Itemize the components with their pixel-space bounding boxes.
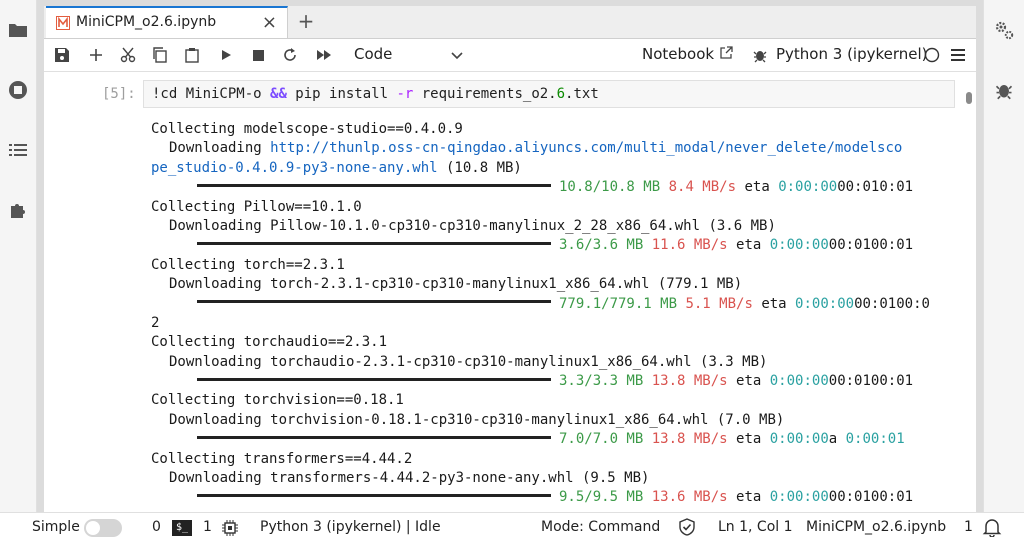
output-line: Collecting modelscope-studio==0.4.0.9	[151, 121, 463, 137]
cell-area: [5]: !cd MiniCPM-o && pip install -r req…	[44, 72, 976, 512]
progress-line: 10.8/10.8 MB 8.4 MB/s eta 0:00:0000:010:…	[151, 178, 961, 197]
restart-icon[interactable]	[278, 43, 302, 67]
progress-line: 3.6/3.6 MB 11.6 MB/s eta 0:00:0000:0100:…	[151, 236, 961, 255]
progress-line: 779.1/779.1 MB 5.1 MB/s eta 0:00:0000:01…	[151, 295, 961, 314]
cell-type-dropdown[interactable]: Code	[354, 45, 464, 65]
kernel-name[interactable]: Python 3 (ipykernel)	[776, 45, 928, 63]
cut-icon[interactable]	[116, 43, 140, 67]
progress-bar	[197, 377, 551, 381]
cell-type-label: Code	[354, 45, 393, 63]
kernel-status-circle-icon	[920, 43, 944, 67]
output-line: Downloading http://thunlp.oss-cn-qingdao…	[169, 140, 903, 157]
progress-bar	[197, 435, 551, 439]
terminal-icon: $_	[172, 520, 192, 536]
scrollbar-thumb[interactable]	[966, 92, 972, 104]
code-input[interactable]: !cd MiniCPM-o && pip install -r requirem…	[143, 80, 955, 108]
output-line: Collecting Pillow==10.1.0	[151, 198, 362, 215]
fast-forward-icon[interactable]	[312, 43, 336, 67]
shield-check-icon[interactable]	[679, 518, 695, 536]
close-tab-icon[interactable]: ×	[262, 12, 277, 33]
extensions-icon[interactable]	[6, 198, 30, 222]
right-sidebar	[983, 0, 1024, 512]
code-pip: pip install	[286, 86, 397, 102]
left-sidebar	[0, 0, 37, 512]
output-line: Downloading transformers-4.44.2-py3-none…	[169, 470, 650, 487]
menu-icon[interactable]	[946, 43, 970, 67]
code-flag: -r	[396, 86, 414, 102]
property-inspector-gears-icon[interactable]	[992, 18, 1016, 42]
main-dock: MiniCPM_o2.6.ipynb × + Code Notebook Pyt…	[37, 0, 983, 512]
output-line: Downloading torchvision-0.18.1-cp310-cp3…	[169, 411, 785, 428]
progress-bar	[197, 493, 551, 497]
kernel-status[interactable]: Python 3 (ipykernel) | Idle	[260, 519, 441, 535]
progress-bar	[197, 183, 551, 187]
add-tab-button[interactable]: +	[294, 10, 318, 34]
notebook-icon	[56, 16, 70, 30]
code-req-num: 6	[556, 86, 566, 102]
kernel-count[interactable]: 1	[203, 519, 212, 535]
output-line: Collecting torchvision==0.18.1	[151, 392, 404, 409]
output-line: Collecting torch==2.3.1	[151, 256, 345, 273]
folder-icon[interactable]	[6, 18, 30, 42]
copy-icon[interactable]	[148, 43, 172, 67]
notebook-toolbar: Code Notebook Python 3 (ipykernel)	[44, 39, 976, 72]
notebook-label: Notebook	[642, 45, 715, 63]
output-line: pe_studio-0.4.0.9-py3-none-any.whl (10.8…	[151, 159, 522, 176]
output-line: 2	[151, 314, 160, 331]
output-line: Downloading Pillow-10.1.0-cp310-cp310-ma…	[169, 217, 776, 234]
scrollbar[interactable]	[966, 92, 972, 502]
editor-mode: Mode: Command	[541, 519, 661, 535]
cell-output: Collecting modelscope-studio==0.4.0.9 Do…	[151, 120, 961, 508]
running-sessions-icon[interactable]	[6, 78, 30, 102]
code-req-b: .txt	[565, 86, 599, 102]
progress-line: 9.5/9.5 MB 13.6 MB/s eta 0:00:0000:0100:…	[151, 488, 961, 507]
notebook-panel: MiniCPM_o2.6.ipynb × + Code Notebook Pyt…	[44, 6, 976, 512]
status-bar: Simple 0 $_ 1 Python 3 (ipykernel) | Idl…	[0, 512, 1024, 542]
simple-mode-label: Simple	[32, 519, 80, 535]
debugger-bug-icon[interactable]	[992, 78, 1016, 102]
paste-icon[interactable]	[180, 43, 204, 67]
output-line: Collecting transformers==4.44.2	[151, 450, 413, 467]
output-line: Downloading torchaudio-2.3.1-cp310-cp310…	[169, 353, 768, 370]
download-link-cont[interactable]: pe_studio-0.4.0.9-py3-none-any.whl	[151, 160, 438, 176]
file-name: MiniCPM_o2.6.ipynb	[806, 519, 947, 535]
progress-bar	[197, 300, 551, 304]
table-of-contents-icon[interactable]	[6, 138, 30, 162]
download-link[interactable]: http://thunlp.oss-cn-qingdao.aliyuncs.co…	[270, 140, 902, 156]
progress-line: 7.0/7.0 MB 13.8 MB/s eta 0:00:00a 0:00:0…	[151, 430, 961, 449]
output-line: Downloading torch-2.3.1-cp310-cp310-many…	[169, 276, 743, 293]
open-notebook-link[interactable]: Notebook	[642, 45, 733, 63]
tab-label: MiniCPM_o2.6.ipynb	[76, 14, 217, 30]
toggle-knob	[86, 521, 100, 535]
insert-cell-icon[interactable]	[84, 43, 108, 67]
code-req-a: requirements_o2.	[413, 86, 557, 102]
code-cmd: !cd MiniCPM-o	[152, 86, 271, 102]
code-and-operator: &&	[270, 86, 287, 102]
debugger-bug-icon[interactable]	[748, 43, 772, 67]
chevron-down-icon	[451, 52, 463, 60]
save-icon[interactable]	[50, 43, 74, 67]
run-icon[interactable]	[214, 43, 238, 67]
tab-notebook[interactable]: MiniCPM_o2.6.ipynb ×	[46, 6, 288, 38]
progress-line: 3.3/3.3 MB 13.8 MB/s eta 0:00:0000:0100:…	[151, 372, 961, 391]
execution-count: [5]:	[102, 86, 136, 102]
chip-icon	[222, 520, 238, 536]
simple-mode-toggle[interactable]	[84, 519, 122, 537]
output-line: Collecting torchaudio==2.3.1	[151, 334, 388, 351]
external-link-icon	[720, 46, 733, 59]
progress-bar	[197, 241, 551, 245]
stop-icon[interactable]	[246, 43, 270, 67]
notification-count: 1	[964, 519, 973, 535]
bell-icon[interactable]	[982, 517, 1002, 537]
terminal-count[interactable]: 0	[152, 519, 161, 535]
tab-bar: MiniCPM_o2.6.ipynb × +	[44, 6, 976, 39]
cursor-position[interactable]: Ln 1, Col 1	[718, 519, 793, 535]
